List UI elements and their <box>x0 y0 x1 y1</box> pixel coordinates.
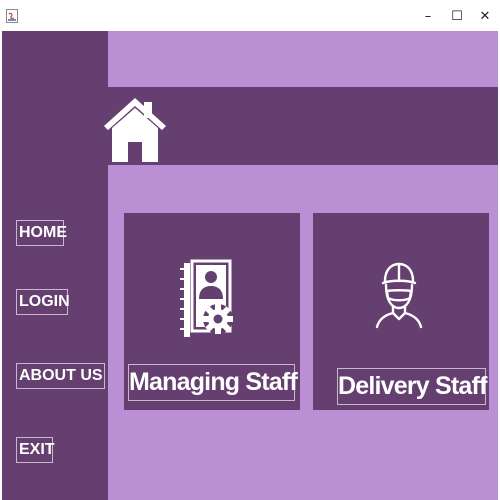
home-button[interactable]: HOME <box>16 220 67 246</box>
header-band <box>108 87 498 165</box>
managing-staff-label[interactable]: Managing Staff <box>128 364 298 401</box>
close-button[interactable]: ✕ <box>470 6 500 28</box>
maximize-button[interactable]: ☐ <box>442 6 472 28</box>
delivery-person-icon <box>375 262 423 329</box>
delivery-staff-card[interactable]: Delivery Staff <box>313 213 489 410</box>
login-button[interactable]: LOGIN <box>16 289 70 315</box>
sidebar: HOME LOGIN ABOUT US EXIT <box>2 31 108 500</box>
minimize-button[interactable]: – <box>413 6 443 28</box>
staff-directory-gear-icon <box>180 259 233 337</box>
about-us-button[interactable]: ABOUT US <box>16 363 105 389</box>
java-app-icon <box>6 9 18 23</box>
title-bar: – ☐ ✕ <box>0 0 500 31</box>
managing-staff-card[interactable]: Managing Staff <box>124 213 300 410</box>
main-window: HOME LOGIN ABOUT US EXIT Managing Staff … <box>2 31 498 500</box>
home-icon[interactable] <box>104 98 166 162</box>
delivery-staff-label[interactable]: Delivery Staff <box>337 368 487 405</box>
exit-button[interactable]: EXIT <box>16 437 55 463</box>
